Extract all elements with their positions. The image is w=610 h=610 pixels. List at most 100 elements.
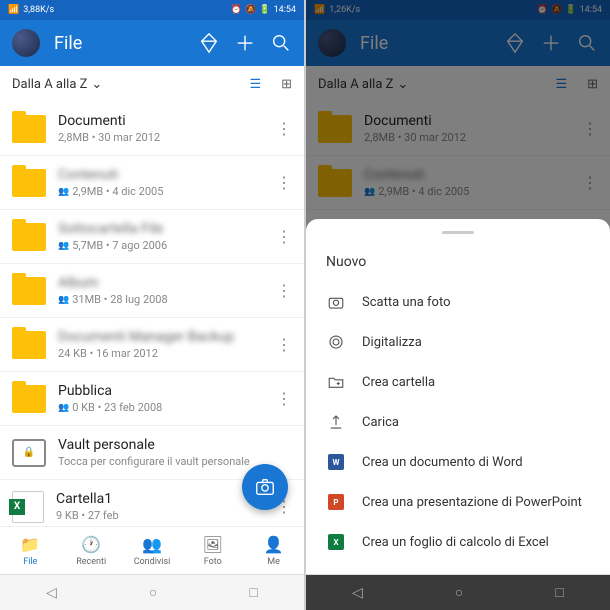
camera-fab[interactable]	[242, 464, 288, 510]
nav-me[interactable]: 👤Me	[243, 527, 304, 574]
back-button[interactable]: ◁	[352, 585, 363, 601]
folder-icon	[12, 385, 46, 413]
folder-plus-icon	[326, 372, 346, 392]
app-header: File	[306, 20, 610, 66]
sort-button[interactable]: Dalla A alla Z ⌄	[12, 77, 102, 92]
home-button[interactable]: ○	[455, 584, 463, 601]
folder-icon	[318, 169, 352, 197]
alarm-icon: ⏰	[537, 5, 548, 15]
shared-icon: 👥	[58, 187, 69, 197]
more-icon[interactable]: ⋮	[276, 119, 292, 138]
search-icon[interactable]	[270, 32, 292, 54]
folder-item[interactable]: Pubblica👥0 KB • 23 feb 2008⋮	[0, 372, 304, 426]
dnd-icon: 🔕	[551, 5, 562, 15]
grid-view-icon[interactable]: ⊞	[281, 77, 292, 92]
bottom-nav: 📁File 🕐Recenti 👥Condivisi 🖼Foto 👤Me	[0, 526, 304, 574]
sheet-upload[interactable]: Carica	[306, 402, 610, 442]
folder-item[interactable]: Documenti Manager Backup24 KB • 16 mar 2…	[0, 318, 304, 372]
chevron-down-icon: ⌄	[397, 77, 408, 92]
excel-icon: X	[12, 491, 44, 523]
folder-item[interactable]: Contenuti👥2,9MB • 4 dic 2005⋮	[306, 156, 610, 210]
camera-icon	[326, 292, 346, 312]
folder-item[interactable]: Sottocartella File👥5,7MB • 7 ago 2006⋮	[0, 210, 304, 264]
status-bar: 📶 1,26K/s ⏰🔕🔋 14:54	[306, 0, 610, 20]
folder-icon	[12, 115, 46, 143]
nav-photo[interactable]: 🖼Foto	[182, 527, 243, 574]
more-icon[interactable]: ⋮	[276, 389, 292, 408]
sheet-scan[interactable]: Digitalizza	[306, 322, 610, 362]
shared-icon: 👥	[58, 295, 69, 305]
chevron-down-icon: ⌄	[91, 77, 102, 92]
shared-icon: 👥	[364, 187, 375, 197]
folder-icon	[12, 169, 46, 197]
net-speed: 1,26K/s	[329, 5, 360, 15]
sheet-handle[interactable]	[442, 231, 474, 234]
folder-icon	[12, 331, 46, 359]
folder-item[interactable]: Contenuti👥2,9MB • 4 dic 2005⋮	[0, 156, 304, 210]
search-icon[interactable]	[576, 32, 598, 54]
recents-button[interactable]: □	[249, 584, 257, 601]
shared-nav-icon: 👥	[142, 535, 162, 555]
vault-icon: 🔒	[12, 439, 46, 467]
screen-left: 📶 3,88K/s ⏰ 🔕 🔋 14:54 File Dalla A alla …	[0, 0, 304, 610]
folder-item[interactable]: Album👥31MB • 28 lug 2008⋮	[0, 264, 304, 318]
dnd-icon: 🔕	[245, 5, 256, 15]
premium-icon[interactable]	[504, 32, 526, 54]
more-icon[interactable]: ⋮	[276, 173, 292, 192]
list-view-icon[interactable]: ☰	[249, 77, 261, 92]
home-button[interactable]: ○	[149, 584, 157, 601]
battery-icon: 🔋	[259, 5, 270, 15]
folder-icon	[12, 277, 46, 305]
sheet-word[interactable]: WCrea un documento di Word	[306, 442, 610, 482]
status-bar: 📶 3,88K/s ⏰ 🔕 🔋 14:54	[0, 0, 304, 20]
sheet-powerpoint[interactable]: PCrea una presentazione di PowerPoint	[306, 482, 610, 522]
system-nav: ◁ ○ □	[0, 574, 304, 610]
app-header: File	[0, 20, 304, 66]
file-nav-icon: 📁	[20, 535, 40, 555]
folder-icon	[12, 223, 46, 251]
word-icon: W	[326, 452, 346, 472]
alarm-icon: ⏰	[231, 5, 242, 15]
grid-view-icon[interactable]: ⊞	[587, 77, 598, 92]
avatar[interactable]	[12, 29, 40, 57]
back-button[interactable]: ◁	[46, 585, 57, 601]
more-icon[interactable]: ⋮	[582, 173, 598, 192]
more-icon[interactable]: ⋮	[276, 281, 292, 300]
premium-icon[interactable]	[198, 32, 220, 54]
file-list: Documenti2,8MB • 30 mar 2012⋮ Contenuti👥…	[0, 102, 304, 526]
folder-item[interactable]: Documenti2,8MB • 30 mar 2012⋮	[0, 102, 304, 156]
add-icon[interactable]	[540, 32, 562, 54]
header-title: File	[360, 33, 490, 54]
excel-icon: X	[326, 532, 346, 552]
scan-icon	[326, 332, 346, 352]
photo-nav-icon: 🖼	[203, 535, 223, 555]
sheet-create-folder[interactable]: Crea cartella	[306, 362, 610, 402]
recent-nav-icon: 🕐	[81, 535, 101, 555]
more-icon[interactable]: ⋮	[276, 227, 292, 246]
sheet-excel[interactable]: XCrea un foglio di calcolo di Excel	[306, 522, 610, 562]
recents-button[interactable]: □	[555, 584, 563, 601]
sort-bar: Dalla A alla Z⌄ ☰ ⊞	[306, 66, 610, 102]
new-sheet: Nuovo Scatta una foto Digitalizza Crea c…	[306, 219, 610, 574]
clock: 14:54	[274, 5, 296, 15]
more-icon[interactable]: ⋮	[276, 335, 292, 354]
screen-right: 📶 1,26K/s ⏰🔕🔋 14:54 File Dalla A alla Z⌄ ☰…	[306, 0, 610, 610]
upload-icon	[326, 412, 346, 432]
powerpoint-icon: P	[326, 492, 346, 512]
sort-bar: Dalla A alla Z ⌄ ☰ ⊞	[0, 66, 304, 102]
avatar[interactable]	[318, 29, 346, 57]
sort-button[interactable]: Dalla A alla Z⌄	[318, 77, 408, 92]
add-icon[interactable]	[234, 32, 256, 54]
folder-icon	[318, 115, 352, 143]
nav-recent[interactable]: 🕐Recenti	[61, 527, 122, 574]
signal-icon: 📶	[314, 5, 325, 15]
battery-icon: 🔋	[565, 5, 576, 15]
nav-file[interactable]: 📁File	[0, 527, 61, 574]
clock: 14:54	[580, 5, 602, 15]
nav-shared[interactable]: 👥Condivisi	[122, 527, 183, 574]
sheet-take-photo[interactable]: Scatta una foto	[306, 282, 610, 322]
more-icon[interactable]: ⋮	[582, 119, 598, 138]
folder-item[interactable]: Documenti2,8MB • 30 mar 2012⋮	[306, 102, 610, 156]
list-view-icon[interactable]: ☰	[555, 77, 567, 92]
me-nav-icon: 👤	[264, 535, 284, 555]
